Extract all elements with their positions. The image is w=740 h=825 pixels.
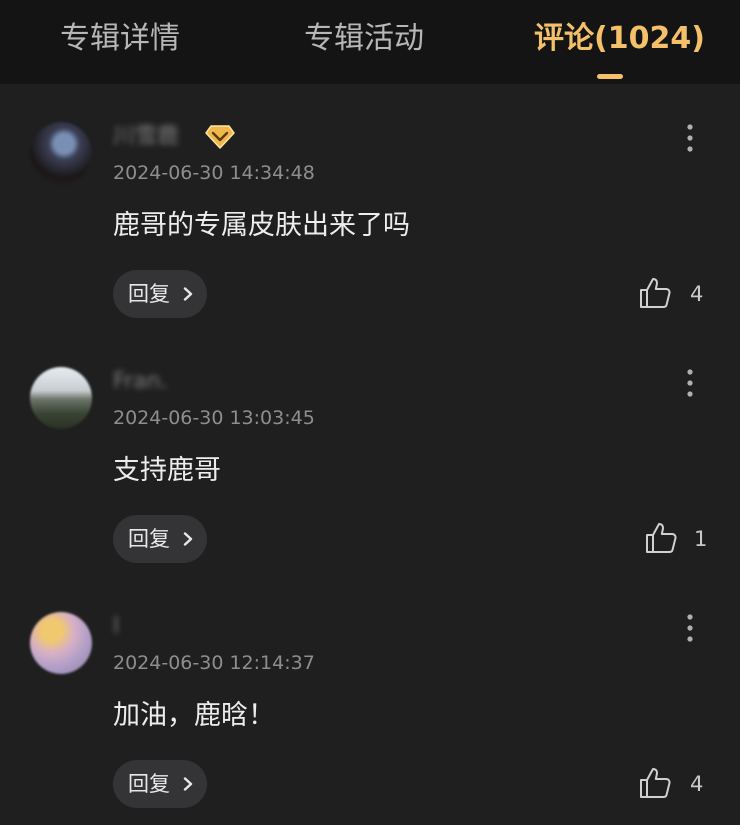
comment-text: 加油，鹿晗！ [113,700,275,731]
avatar[interactable] [30,612,92,674]
comment-text: 鹿哥的专属皮肤出来了吗 [113,210,410,241]
tab-comments[interactable]: 评论(1024) [534,19,705,59]
comment-item: l 2024-06-30 12:14:37 加油，鹿晗！ 回复 4 [0,590,740,825]
comment-timestamp: 2024-06-30 13:03:45 [113,407,315,429]
more-options-icon[interactable] [676,612,704,644]
username[interactable]: Fran. [113,367,168,397]
reply-button[interactable]: 回复 [113,270,207,318]
active-tab-indicator [597,74,623,79]
chevron-right-icon [183,777,193,791]
reply-label: 回复 [128,282,170,306]
tab-bar: 专辑详情 专辑活动 评论(1024) [0,0,740,84]
tab-album-details[interactable]: 专辑详情 [60,19,180,59]
avatar[interactable] [30,367,92,429]
more-options-icon[interactable] [676,122,704,154]
like-button[interactable]: 1 [644,521,708,557]
comment-item: Fran. 2024-06-30 13:03:45 支持鹿哥 回复 1 [0,345,740,590]
chevron-right-icon [183,532,193,546]
thumbs-up-icon [640,768,671,798]
comment-text: 支持鹿哥 [113,455,221,486]
more-options-icon[interactable] [676,367,704,399]
like-count: 4 [690,772,704,796]
thumbs-up-icon [646,523,677,553]
gold-diamond-icon [205,125,235,149]
comment-item: 川雪鹿 2024-06-30 14:34:48 鹿哥的专属皮肤出来了吗 回复 4 [0,100,740,345]
reply-label: 回复 [128,772,170,796]
like-button[interactable]: 4 [638,276,708,312]
comments-screen: 专辑详情 专辑活动 评论(1024) 川雪鹿 2024-06-30 14:34:… [0,0,740,825]
reply-button[interactable]: 回复 [113,515,207,563]
like-count: 1 [694,527,708,551]
username[interactable]: l [113,612,119,642]
avatar[interactable] [30,122,92,184]
thumbs-up-icon [640,278,671,308]
tab-album-activities[interactable]: 专辑活动 [304,19,424,59]
reply-label: 回复 [128,527,170,551]
reply-button[interactable]: 回复 [113,760,207,808]
comment-timestamp: 2024-06-30 12:14:37 [113,652,315,674]
chevron-right-icon [183,287,193,301]
like-count: 4 [690,282,704,306]
comment-timestamp: 2024-06-30 14:34:48 [113,162,315,184]
like-button[interactable]: 4 [638,766,708,802]
username[interactable]: 川雪鹿 [113,122,179,152]
